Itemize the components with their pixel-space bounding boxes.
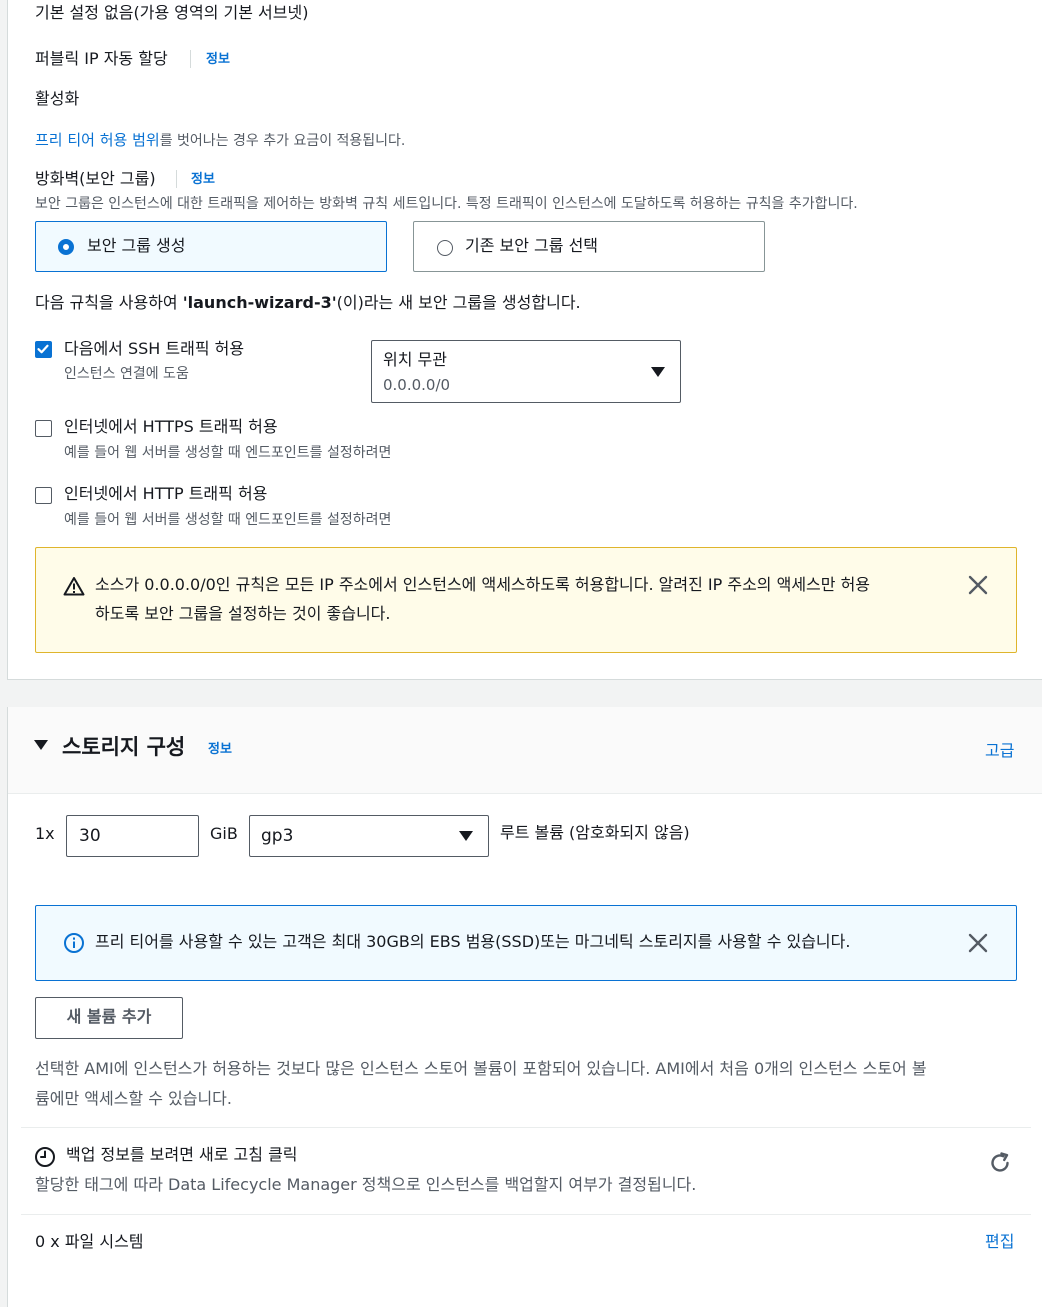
- label-divider: [190, 50, 191, 68]
- divider: [21, 1214, 1031, 1215]
- free-tier-note: 프리 티어 허용 범위를 벗어나는 경우 추가 요금이 적용됩니다.: [35, 130, 405, 151]
- backup-description: 할당한 태그에 따라 Data Lifecycle Manager 정책으로 인…: [35, 1175, 697, 1194]
- firewall-label: 방화벽(보안 그룹): [35, 169, 156, 188]
- warning-line-2: 하도록 보안 그룹을 설정하는 것이 좋습니다.: [95, 604, 391, 623]
- ssh-description: 인스턴스 연결에 도움: [64, 366, 189, 382]
- http-description: 예를 들어 웹 서버를 생성할 때 엔드포인트를 설정하려면: [64, 512, 392, 528]
- public-ip-value: 활성화: [35, 89, 80, 108]
- info-alert-text: 프리 티어를 사용할 수 있는 고객은 최대 30GB의 EBS 범용(SSD)…: [95, 932, 851, 951]
- rule-intro-prefix: 다음 규칙을 사용하여: [35, 293, 183, 312]
- ssh-checkbox[interactable]: [35, 341, 52, 358]
- label-divider: [176, 170, 177, 188]
- close-icon[interactable]: [966, 573, 990, 597]
- storage-info-link[interactable]: 정보: [208, 740, 232, 760]
- ssh-source-value: 0.0.0.0/0: [383, 376, 451, 394]
- free-tier-link[interactable]: 프리 티어 허용 범위: [35, 131, 160, 149]
- caret-down-icon: [459, 831, 473, 841]
- volume-type-select[interactable]: gp3: [249, 815, 489, 857]
- firewall-info-link[interactable]: 정보: [191, 170, 215, 190]
- public-ip-label: 퍼블릭 IP 자동 할당: [35, 49, 168, 68]
- security-warning-alert: 소스가 0.0.0.0/0인 규칙은 모든 IP 주소에서 인스턴스에 액세스하…: [35, 547, 1017, 653]
- clock-icon: [35, 1147, 55, 1167]
- https-description: 예를 들어 웹 서버를 생성할 때 엔드포인트를 설정하려면: [64, 445, 392, 461]
- warning-icon: [63, 577, 85, 596]
- existing-security-group-label: 기존 보안 그룹 선택: [465, 236, 599, 255]
- existing-security-group-tile[interactable]: 기존 보안 그룹 선택: [413, 221, 765, 272]
- edit-filesystems-link[interactable]: 편집: [985, 1231, 1014, 1253]
- caret-down-icon: [651, 367, 665, 377]
- root-volume-label: 루트 볼륨 (암호화되지 않음): [500, 823, 690, 842]
- create-security-group-label: 보안 그룹 생성: [87, 236, 186, 255]
- http-checkbox[interactable]: [35, 487, 52, 504]
- ssh-source-title: 위치 무관: [383, 350, 447, 369]
- check-icon: [37, 344, 49, 354]
- rule-intro-suffix: (이)라는 새 보안 그룹을 생성합니다.: [336, 293, 581, 312]
- volume-unit: GiB: [210, 824, 238, 843]
- free-tier-suffix: 를 벗어나는 경우 추가 요금이 적용됩니다.: [159, 133, 406, 149]
- subnet-value: 기본 설정 없음(가용 영역의 기본 서브넷): [35, 3, 309, 22]
- storage-title: 스토리지 구성: [62, 735, 186, 759]
- ssh-label: 다음에서 SSH 트래픽 허용: [64, 339, 245, 358]
- ami-note-line-2: 륨에만 액세스할 수 있습니다.: [35, 1089, 232, 1108]
- volume-size-input[interactable]: 30: [66, 815, 199, 857]
- add-volume-button[interactable]: 새 볼륨 추가: [35, 997, 183, 1039]
- create-security-group-tile[interactable]: 보안 그룹 생성: [35, 221, 387, 272]
- ssh-source-select[interactable]: 위치 무관 0.0.0.0/0: [371, 340, 681, 403]
- filesystems-label: 0 x 파일 시스템: [35, 1232, 144, 1251]
- public-ip-info-link[interactable]: 정보: [206, 50, 230, 70]
- https-checkbox[interactable]: [35, 420, 52, 437]
- close-icon[interactable]: [966, 931, 990, 955]
- http-label: 인터넷에서 HTTP 트래픽 허용: [64, 484, 268, 503]
- divider: [21, 1127, 1031, 1128]
- existing-security-group-radio[interactable]: [437, 240, 453, 256]
- https-label: 인터넷에서 HTTPS 트래픽 허용: [64, 417, 278, 436]
- refresh-icon[interactable]: [988, 1151, 1012, 1175]
- volume-multiplier: 1x: [35, 824, 55, 843]
- create-security-group-radio[interactable]: [58, 239, 74, 255]
- free-tier-info-alert: 프리 티어를 사용할 수 있는 고객은 최대 30GB의 EBS 범용(SSD)…: [35, 905, 1017, 981]
- advanced-link[interactable]: 고급: [985, 737, 1014, 761]
- firewall-description: 보안 그룹은 인스턴스에 대한 트래픽을 제어하는 방화벽 규칙 세트입니다. …: [35, 196, 858, 212]
- info-icon: [64, 933, 84, 953]
- rule-intro: 다음 규칙을 사용하여 'launch-wizard-3'(이)라는 새 보안 …: [35, 292, 581, 314]
- ami-note-line-1: 선택한 AMI에 인스턴스가 허용하는 것보다 많은 인스턴스 스토어 볼륨이 …: [35, 1059, 927, 1078]
- security-group-name: 'launch-wizard-3': [182, 293, 337, 312]
- collapse-caret-icon[interactable]: [34, 740, 48, 750]
- warning-line-1: 소스가 0.0.0.0/0인 규칙은 모든 IP 주소에서 인스턴스에 액세스하…: [95, 575, 871, 594]
- backup-title: 백업 정보를 보려면 새로 고침 클릭: [66, 1145, 298, 1164]
- volume-type-value: gp3: [261, 826, 294, 846]
